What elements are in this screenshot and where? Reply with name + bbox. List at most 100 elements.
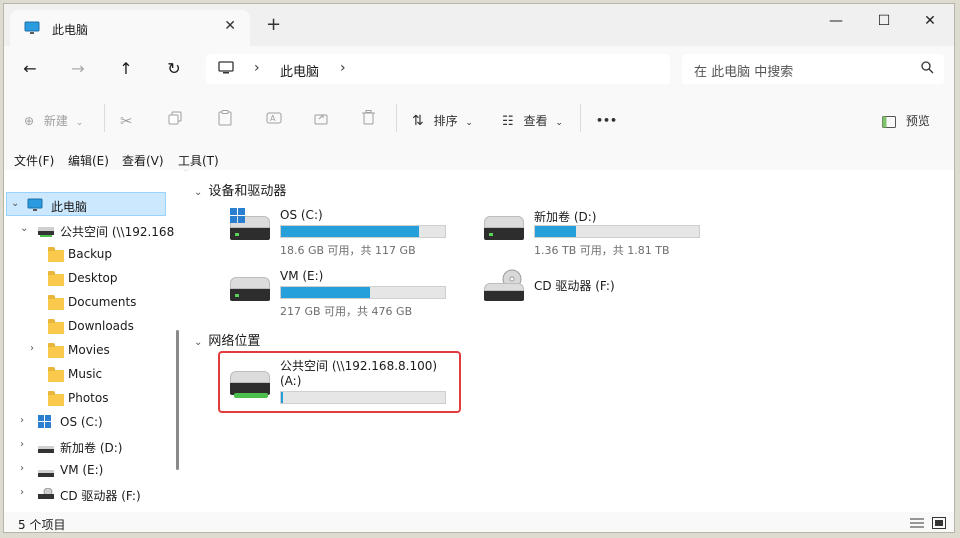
- monitor-icon: [27, 198, 43, 215]
- view-label: 查看: [523, 114, 548, 128]
- sidebar-item-movies[interactable]: › Movies: [4, 338, 170, 362]
- sidebar-item-backup[interactable]: Backup: [4, 242, 170, 266]
- sidebar-item-label: Photos: [68, 391, 109, 405]
- sidebar-item-label: Desktop: [68, 271, 118, 285]
- usage-fill: [535, 226, 576, 237]
- network-drive-icon: [38, 226, 54, 240]
- new-button[interactable]: ⊕ 新建 ⌄: [24, 110, 83, 132]
- navigation-pane: ⌄ 此电脑 ⌄ 公共空间 (\\192.168 Backup Desktop D…: [4, 170, 184, 514]
- cut-icon[interactable]: ✂: [120, 110, 133, 132]
- cd-drive-icon: [484, 269, 524, 305]
- sidebar-item-downloads[interactable]: Downloads: [4, 314, 170, 338]
- sidebar-item-label: Music: [68, 367, 103, 381]
- chevron-down-icon: ⌄: [194, 337, 203, 348]
- devices-group-header[interactable]: ⌄ 设备和驱动器: [194, 180, 286, 199]
- sidebar-item-label: 公共空间 (\\192.168: [60, 225, 175, 239]
- rename-icon[interactable]: A: [266, 110, 282, 132]
- details-view-icon[interactable]: [910, 517, 924, 532]
- sidebar-item-desktop[interactable]: Desktop: [4, 266, 170, 290]
- network-group-header[interactable]: ⌄ 网络位置: [194, 330, 260, 349]
- breadcrumb-this-pc[interactable]: 此电脑: [280, 61, 319, 80]
- sidebar-item-os-c[interactable]: › OS (C:): [4, 410, 170, 434]
- windows-drive-icon: [230, 208, 270, 244]
- chevron-right-icon[interactable]: ›: [20, 487, 24, 498]
- sidebar-item-drive-d[interactable]: › 新加卷 (D:): [4, 434, 170, 458]
- maximize-button[interactable]: ☐: [862, 8, 906, 34]
- refresh-button[interactable]: ↻: [162, 58, 186, 80]
- drive-vm-e[interactable]: VM (E:) 217 GB 可用，共 476 GB: [228, 269, 458, 327]
- search-box[interactable]: 在 此电脑 中搜索: [682, 54, 944, 84]
- sort-icon: ⇅: [412, 113, 424, 129]
- drive-label: VM (E:): [280, 269, 324, 283]
- breadcrumb-separator[interactable]: ›: [254, 60, 260, 76]
- chevron-right-icon[interactable]: ›: [20, 439, 24, 450]
- folder-icon: [48, 295, 64, 310]
- sidebar-item-vm-e[interactable]: › VM (E:): [4, 458, 170, 482]
- item-count: 5 个项目: [18, 518, 66, 532]
- sidebar-item-label: VM (E:): [60, 463, 104, 477]
- paste-icon[interactable]: [218, 110, 232, 132]
- drive-size: 1.36 TB 可用，共 1.81 TB: [534, 244, 670, 257]
- address-bar[interactable]: › 此电脑 ›: [206, 54, 670, 84]
- sidebar-item-this-pc[interactable]: ⌄ 此电脑: [6, 192, 166, 216]
- usage-bar: [280, 286, 446, 299]
- drive-icon: [38, 443, 54, 457]
- folder-icon: [48, 391, 64, 406]
- copy-icon[interactable]: [168, 110, 182, 132]
- more-options-button[interactable]: •••: [596, 110, 617, 132]
- new-tab-button[interactable]: +: [266, 14, 281, 35]
- divider: [580, 104, 581, 132]
- delete-icon[interactable]: [362, 110, 375, 132]
- sidebar-item-documents[interactable]: Documents: [4, 290, 170, 314]
- back-button[interactable]: ←: [18, 58, 42, 80]
- svg-text:A: A: [270, 114, 276, 123]
- divider: [104, 104, 105, 132]
- chevron-down-icon: ⌄: [75, 118, 84, 128]
- preview-button[interactable]: 预览: [882, 110, 930, 132]
- minimize-button[interactable]: —: [814, 8, 858, 34]
- chevron-right-icon[interactable]: ›: [20, 463, 24, 474]
- usage-fill: [281, 226, 419, 237]
- drive-cd-f[interactable]: CD 驱动器 (F:): [482, 269, 712, 327]
- menu-view[interactable]: 查看(V): [122, 152, 164, 169]
- view-button[interactable]: ☷ 查看 ⌄: [502, 110, 563, 132]
- tab-title: 此电脑: [52, 23, 89, 37]
- chevron-down-icon: ⌄: [555, 118, 563, 128]
- search-icon: [921, 61, 934, 77]
- sidebar-scrollbar[interactable]: [176, 330, 179, 470]
- usage-bar: [534, 225, 700, 238]
- sort-button[interactable]: ⇅ 排序 ⌄: [412, 110, 473, 132]
- share-icon[interactable]: [314, 110, 328, 132]
- navigation-bar: ← → ↑ ↻ › 此电脑 › 在 此电脑 中搜索: [4, 46, 954, 92]
- folder-icon: [48, 247, 64, 262]
- tiles-view-icon[interactable]: [932, 517, 946, 532]
- network-header-label: 网络位置: [208, 334, 261, 349]
- breadcrumb-separator[interactable]: ›: [340, 60, 346, 76]
- drive-label: 新加卷 (D:): [534, 210, 597, 224]
- chevron-right-icon[interactable]: ›: [30, 343, 34, 354]
- preview-pane-icon: [882, 114, 900, 128]
- drive-label: CD 驱动器 (F:): [534, 279, 615, 293]
- menu-edit[interactable]: 编辑(E): [68, 152, 109, 169]
- up-button[interactable]: ↑: [114, 58, 138, 80]
- drive-d[interactable]: 新加卷 (D:) 1.36 TB 可用，共 1.81 TB: [482, 208, 712, 266]
- sidebar-item-cd-f[interactable]: › CD 驱动器 (F:): [4, 482, 170, 506]
- sidebar-item-photos[interactable]: Photos: [4, 386, 170, 410]
- menu-tools[interactable]: 工具(T): [178, 152, 219, 169]
- tab-close-icon[interactable]: ✕: [224, 18, 236, 34]
- plus-circle-icon: ⊕: [24, 114, 35, 128]
- chevron-right-icon[interactable]: ›: [20, 415, 24, 426]
- forward-button[interactable]: →: [66, 58, 90, 80]
- menu-file[interactable]: 文件(F): [14, 152, 54, 169]
- chevron-down-icon[interactable]: ⌄: [11, 198, 19, 209]
- drive-icon: [38, 467, 54, 481]
- close-button[interactable]: ✕: [908, 8, 952, 34]
- tab-this-pc[interactable]: 此电脑 ✕: [10, 10, 250, 46]
- sidebar-item-music[interactable]: Music: [4, 362, 170, 386]
- chevron-down-icon[interactable]: ⌄: [20, 223, 28, 234]
- folder-icon: [48, 319, 64, 334]
- usage-fill: [281, 287, 370, 298]
- drive-icon: [230, 277, 270, 305]
- sidebar-item-network-share[interactable]: ⌄ 公共空间 (\\192.168: [4, 218, 174, 242]
- drive-os-c[interactable]: OS (C:) 18.6 GB 可用，共 117 GB: [228, 208, 458, 266]
